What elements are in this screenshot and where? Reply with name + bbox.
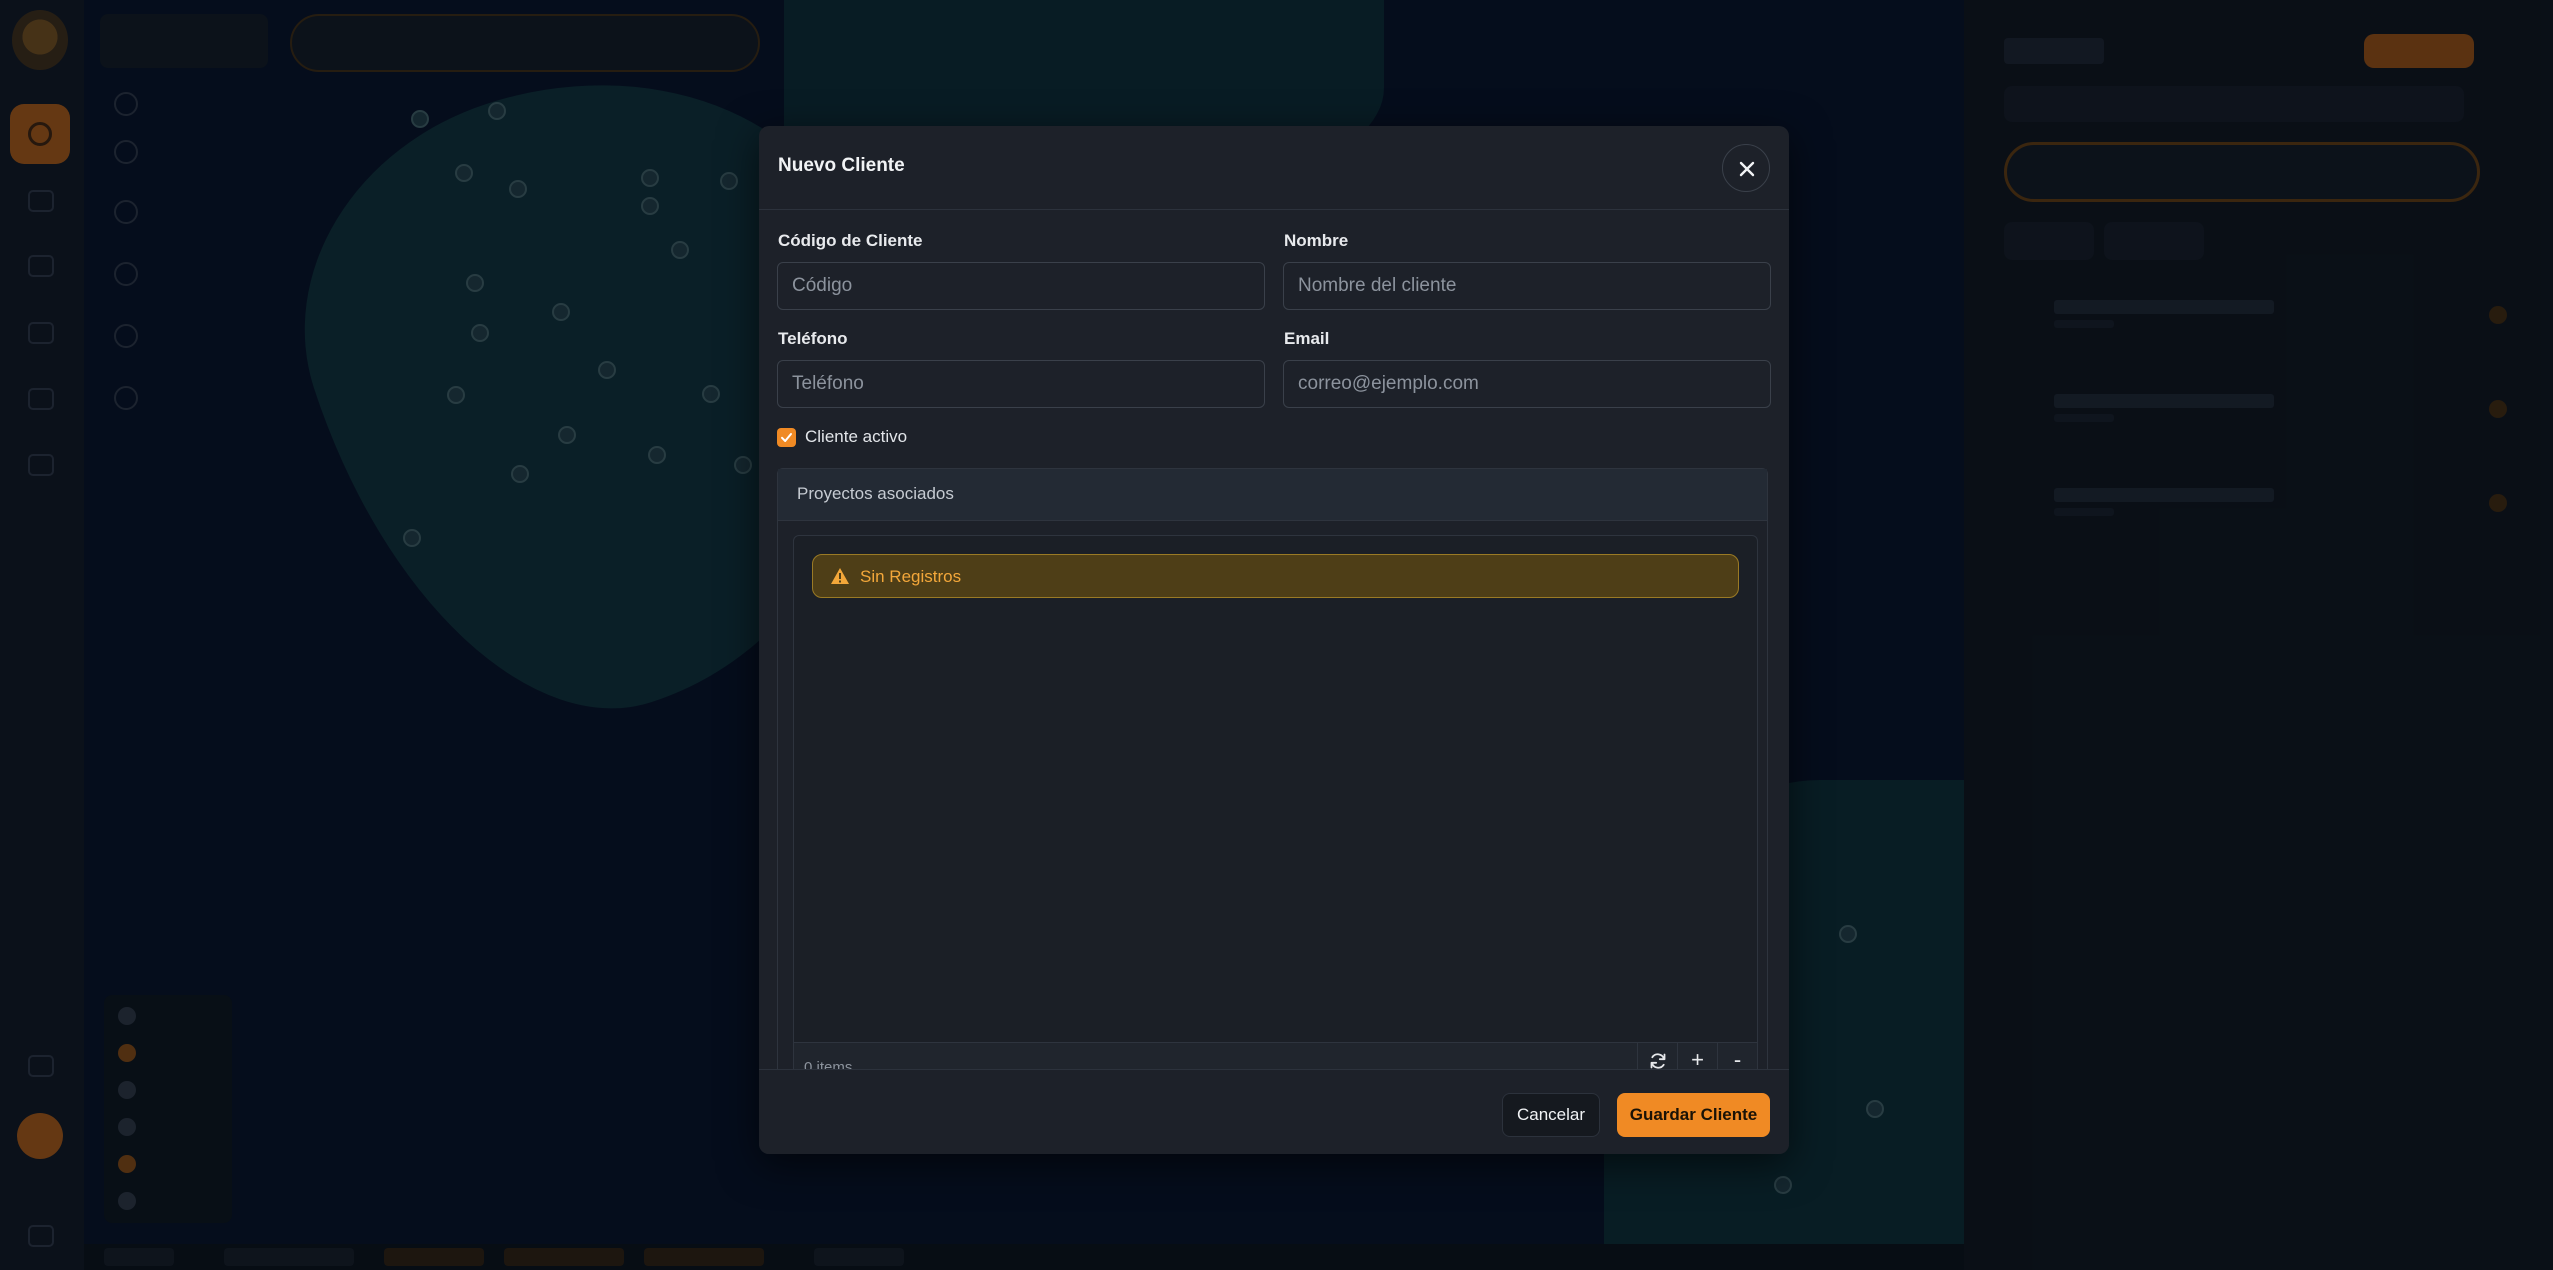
client-name-input[interactable] [1283,262,1771,310]
modal-title: Nuevo Cliente [778,155,905,176]
modal-footer: Cancelar Guardar Cliente [759,1069,1789,1154]
warning-icon [831,568,849,584]
client-code-input[interactable] [777,262,1265,310]
email-label: Email [1284,329,1330,348]
client-code-label: Código de Cliente [778,231,923,250]
empty-records-alert: Sin Registros [812,554,1739,598]
active-client-checkbox[interactable] [777,428,796,447]
active-client-label[interactable]: Cliente activo [805,427,907,447]
associated-projects-panel: Proyectos asociados Sin Registros 0 item… [777,468,1768,1154]
refresh-icon [1650,1053,1665,1069]
client-name-label: Nombre [1284,231,1349,250]
modal-header: Nuevo Cliente [759,126,1789,210]
check-icon [781,433,792,442]
phone-input[interactable] [777,360,1265,408]
projects-grid: Sin Registros 0 items + - [793,535,1758,1095]
phone-label: Teléfono [778,329,848,348]
save-client-button[interactable]: Guardar Cliente [1617,1093,1770,1137]
cancel-button[interactable]: Cancelar [1502,1093,1600,1137]
associated-projects-header: Proyectos asociados [778,469,1767,521]
close-button[interactable] [1722,144,1770,192]
email-input[interactable] [1283,360,1771,408]
empty-records-text: Sin Registros [860,567,962,586]
new-client-modal: Nuevo Cliente Código de Cliente Nombre T… [759,126,1789,1154]
associated-projects-title: Proyectos asociados [797,484,954,503]
close-icon [1739,161,1755,177]
